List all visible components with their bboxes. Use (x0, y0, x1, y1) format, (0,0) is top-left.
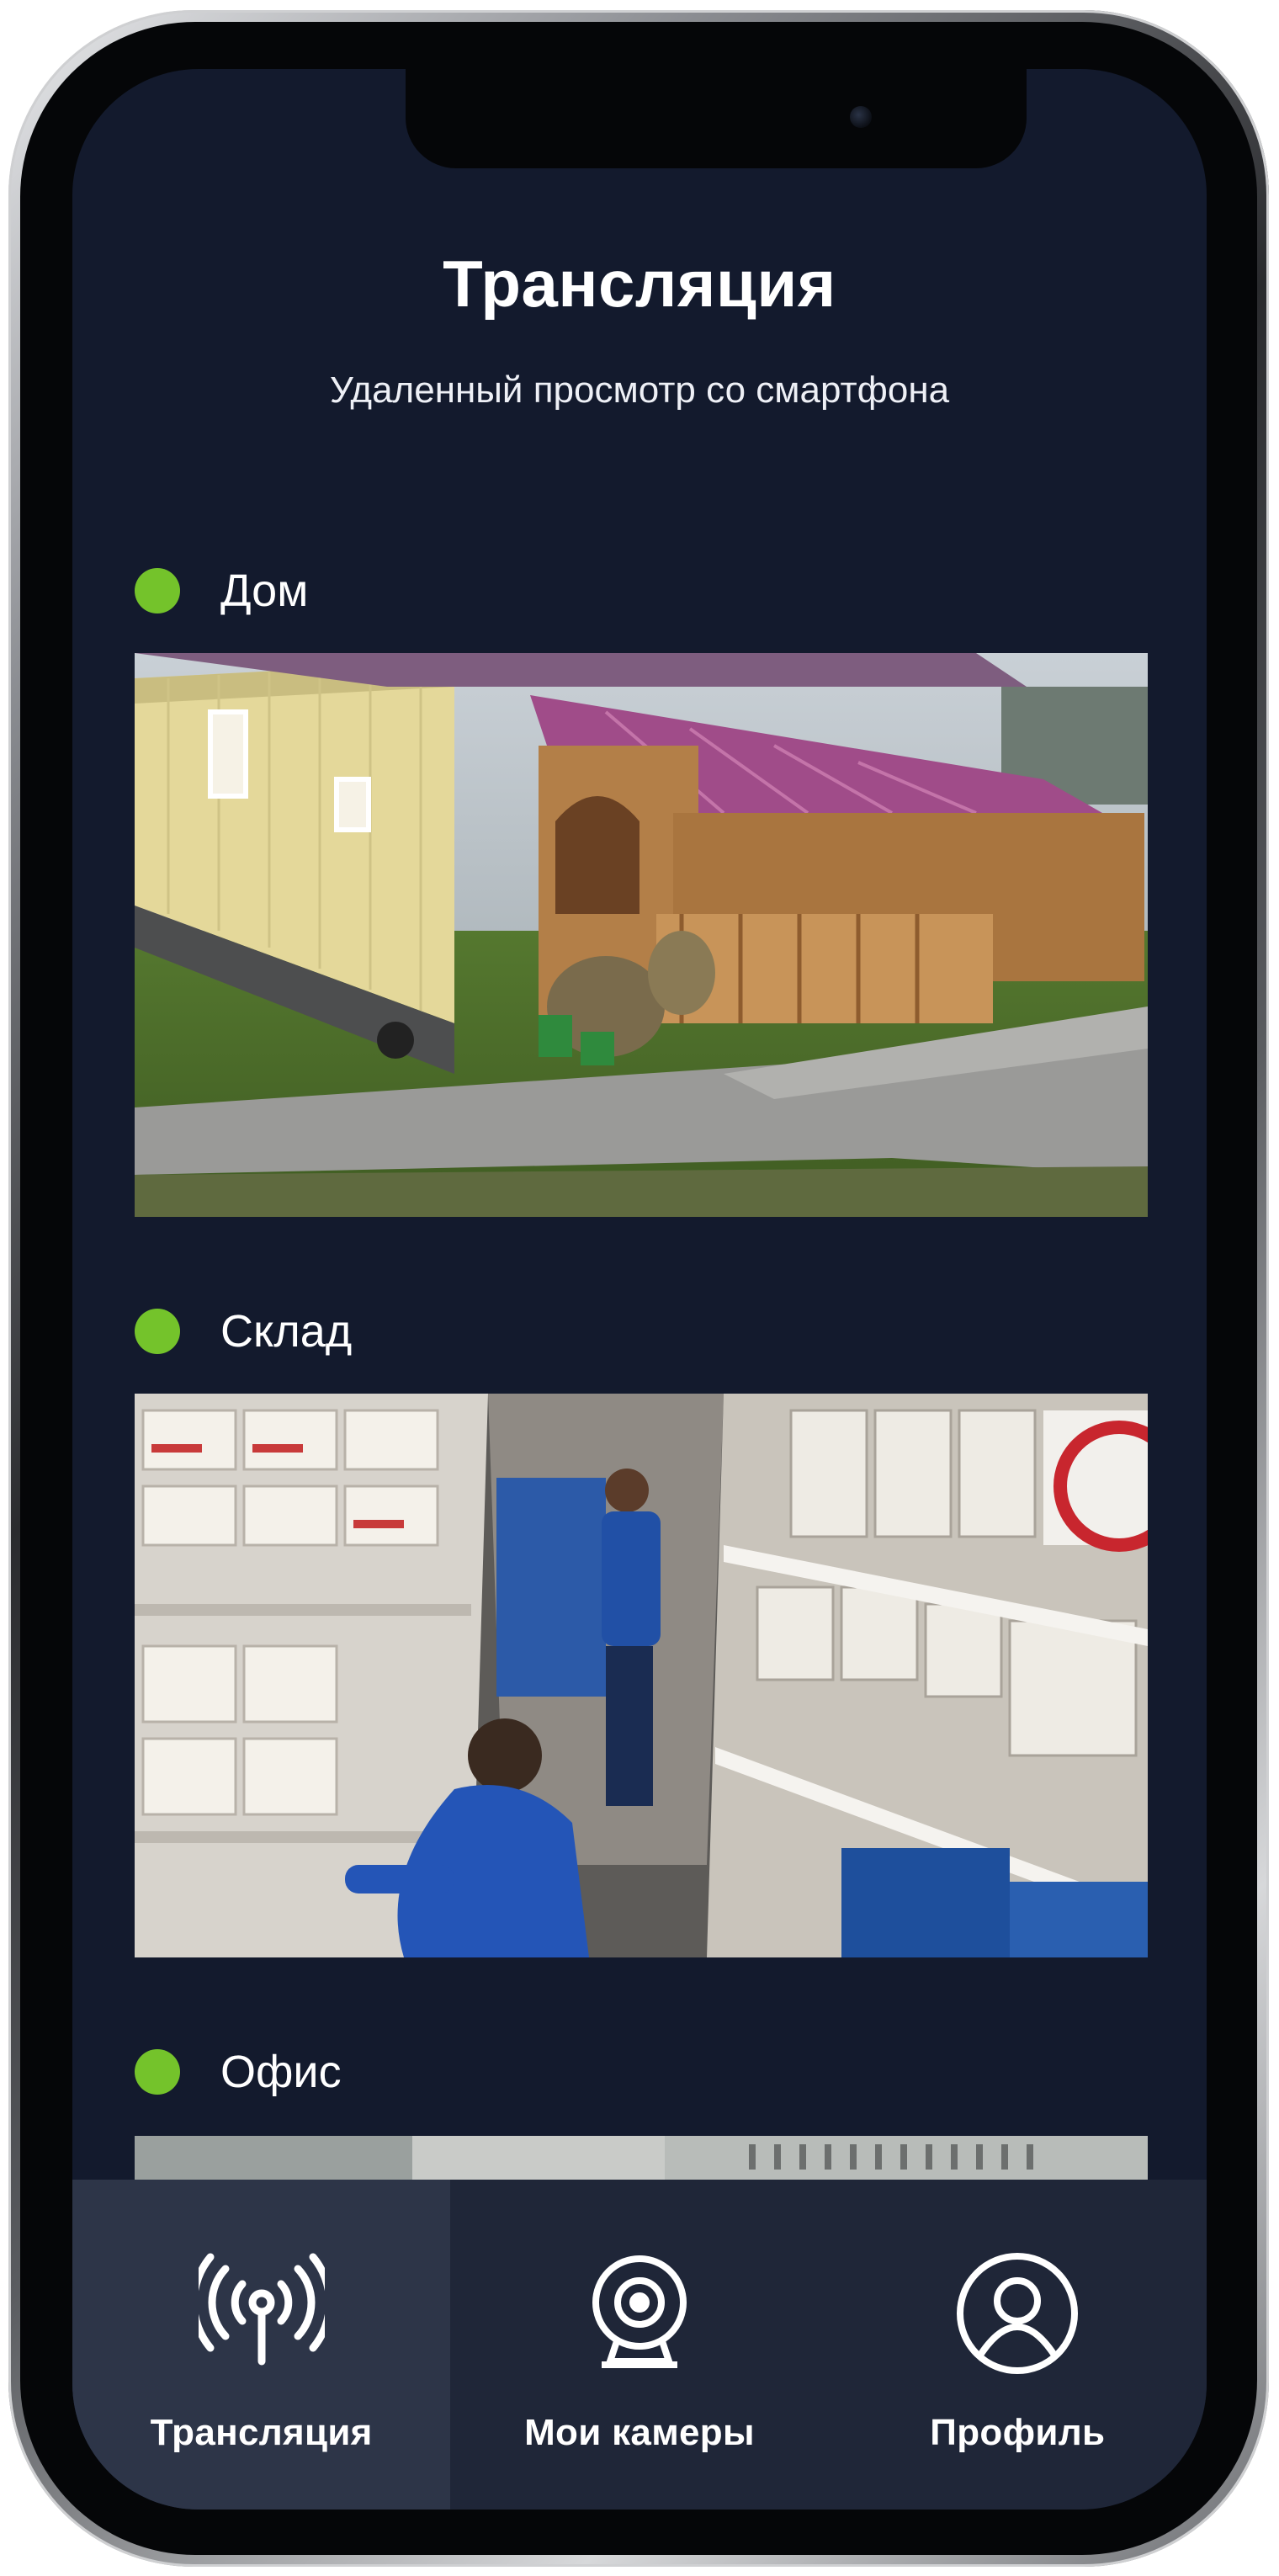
nav-label: Мои камеры (524, 2412, 755, 2453)
webcam-icon (576, 2250, 703, 2377)
warehouse-camera-image (135, 1394, 1148, 1957)
front-camera (850, 106, 872, 128)
online-status-dot (135, 568, 180, 613)
phone-notch (406, 69, 1027, 168)
user-profile-icon (954, 2250, 1080, 2377)
nav-item-my-cameras[interactable]: Мои камеры (450, 2180, 828, 2510)
nav-label: Трансляция (150, 2412, 373, 2453)
camera-feed-office[interactable] (135, 2136, 1148, 2180)
camera-feed-home[interactable] (135, 653, 1148, 1217)
page-subtitle: Удаленный просмотр со смартфона (329, 369, 950, 411)
broadcast-antenna-icon (198, 2250, 325, 2377)
feed-name: Офис (220, 2047, 342, 2097)
page-title: Трансляция (443, 247, 836, 321)
online-status-dot (135, 2049, 180, 2095)
page-header: Трансляция Удаленный просмотр со смартфо… (72, 246, 1207, 412)
feed-name: Дом (220, 566, 309, 616)
nav-item-profile[interactable]: Профиль (829, 2180, 1207, 2510)
bottom-navigation: Трансляция Мои камеры Профиль (72, 2180, 1207, 2510)
feed-label-warehouse[interactable]: Склад (135, 1302, 352, 1361)
camera-feed-warehouse[interactable] (135, 1394, 1148, 1957)
app-screen: Трансляция Удаленный просмотр со смартфо… (72, 69, 1207, 2510)
feed-name: Склад (220, 1306, 353, 1357)
nav-label: Профиль (930, 2412, 1106, 2453)
office-camera-image (135, 2136, 1148, 2180)
online-status-dot (135, 1309, 180, 1354)
feed-label-office[interactable]: Офис (135, 2042, 342, 2101)
feed-label-home[interactable]: Дом (135, 561, 308, 620)
nav-item-broadcast[interactable]: Трансляция (72, 2180, 451, 2510)
house-camera-image (135, 653, 1148, 1217)
